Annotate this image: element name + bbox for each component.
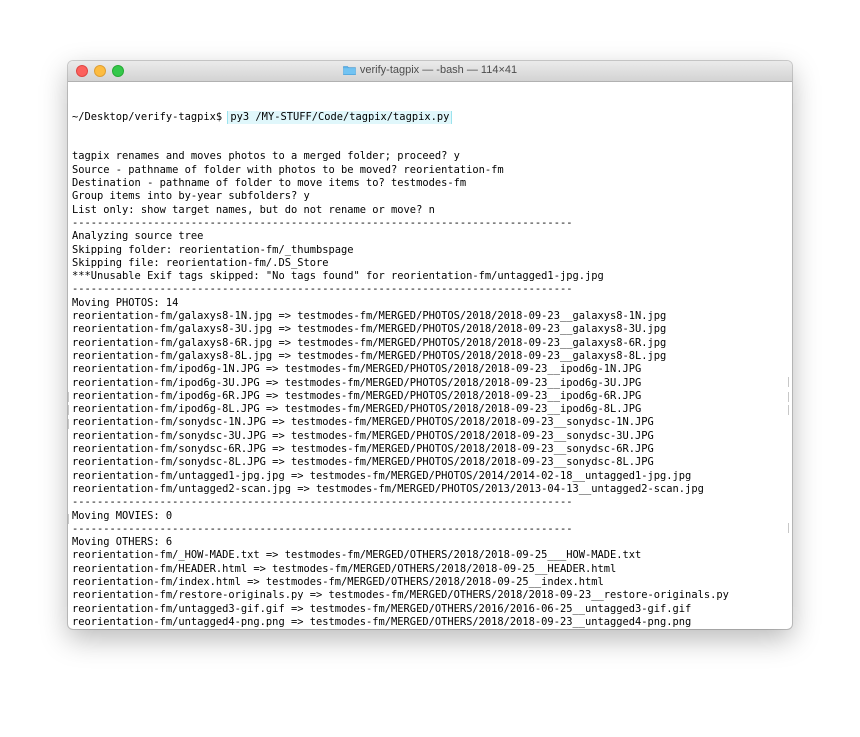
output-line: ----------------------------------------… bbox=[72, 496, 573, 509]
output-line: Group items into by-year subfolders? y bbox=[72, 190, 310, 203]
output-line: reorientation-fm/untagged1-jpg.jpg => te… bbox=[72, 469, 692, 482]
output-line: reorientation-fm/galaxys8-3U.jpg => test… bbox=[72, 323, 667, 336]
output-line: reorientation-fm/untagged4-png.png => te… bbox=[72, 615, 692, 628]
output-line: Skipping folder: reorientation-fm/_thumb… bbox=[72, 243, 354, 256]
output-line: reorientation-fm/untagged2-scan.jpg => t… bbox=[72, 482, 704, 495]
output-line: Moving OTHERS: 6 bbox=[72, 536, 173, 549]
output-line: reorientation-fm/sonydsc-6R.JPG => testm… bbox=[72, 443, 654, 456]
terminal-window: verify-tagpix — -bash — 114×41 ~/Desktop… bbox=[68, 61, 792, 629]
output-line: Destination - pathname of folder to move… bbox=[72, 177, 467, 190]
selection-marker bbox=[68, 514, 71, 524]
output-line: reorientation-fm/ipod6g-6R.JPG => testmo… bbox=[72, 389, 642, 402]
prompt-line: ~/Desktop/verify-tagpix$ py3 /MY-STUFF/C… bbox=[72, 110, 792, 124]
terminal-output[interactable]: ~/Desktop/verify-tagpix$ py3 /MY-STUFF/C… bbox=[68, 82, 792, 629]
selection-marker bbox=[788, 392, 791, 402]
entered-command[interactable]: py3 /MY-STUFF/Code/tagpix/tagpix.py bbox=[227, 110, 453, 124]
output-line: Moving PHOTOS: 14 bbox=[72, 296, 179, 309]
output-line: List only: show target names, but do not… bbox=[72, 203, 435, 216]
output-line: ----------------------------------------… bbox=[72, 216, 573, 229]
output-line: reorientation-fm/restore-originals.py =>… bbox=[72, 589, 729, 602]
output-lines: tagpix renames and moves photos to a mer… bbox=[72, 150, 792, 629]
output-line: reorientation-fm/ipod6g-8L.JPG => testmo… bbox=[72, 403, 642, 416]
folder-icon bbox=[343, 66, 356, 75]
output-line: reorientation-fm/galaxys8-1N.jpg => test… bbox=[72, 310, 667, 323]
title-bar[interactable]: verify-tagpix — -bash — 114×41 bbox=[68, 61, 792, 82]
output-line: ----------------------------------------… bbox=[72, 522, 573, 535]
output-line: reorientation-fm/HEADER.html => testmode… bbox=[72, 562, 617, 575]
output-line: reorientation-fm/ipod6g-1N.JPG => testmo… bbox=[72, 363, 642, 376]
output-line: reorientation-fm/_HOW-MADE.txt => testmo… bbox=[72, 549, 642, 562]
selection-marker bbox=[788, 405, 791, 415]
selection-marker bbox=[68, 392, 71, 402]
window-title: verify-tagpix — -bash — 114×41 bbox=[359, 64, 518, 76]
output-line: reorientation-fm/sonydsc-3U.JPG => testm… bbox=[72, 429, 654, 442]
output-line: reorientation-fm/sonydsc-8L.JPG => testm… bbox=[72, 456, 654, 469]
output-line: Skipping file: reorientation-fm/.DS_Stor… bbox=[72, 256, 329, 269]
selection-marker bbox=[68, 405, 71, 415]
selection-marker bbox=[68, 419, 71, 429]
output-line: Source - pathname of folder with photos … bbox=[72, 163, 504, 176]
output-line: tagpix renames and moves photos to a mer… bbox=[72, 150, 460, 163]
shell-prompt: ~/Desktop/verify-tagpix$ bbox=[72, 110, 229, 123]
output-line: reorientation-fm/galaxys8-6R.jpg => test… bbox=[72, 336, 667, 349]
selection-marker bbox=[788, 523, 791, 533]
output-line: Moving MOVIES: 0 bbox=[72, 509, 173, 522]
output-line: reorientation-fm/sonydsc-1N.JPG => testm… bbox=[72, 416, 654, 429]
output-line: reorientation-fm/untagged3-gif.gif => te… bbox=[72, 602, 692, 615]
output-line: ----------------------------------------… bbox=[72, 283, 573, 296]
output-line: reorientation-fm/galaxys8-8L.jpg => test… bbox=[72, 349, 667, 362]
output-line: ***Unusable Exif tags skipped: "No tags … bbox=[72, 270, 604, 283]
output-line: reorientation-fm/ipod6g-3U.JPG => testmo… bbox=[72, 376, 642, 389]
output-line: reorientation-fm/index.html => testmodes… bbox=[72, 575, 604, 588]
window-title-area: verify-tagpix — -bash — 114×41 bbox=[68, 64, 792, 76]
selection-marker bbox=[788, 377, 791, 387]
output-line: Analyzing source tree bbox=[72, 230, 204, 243]
